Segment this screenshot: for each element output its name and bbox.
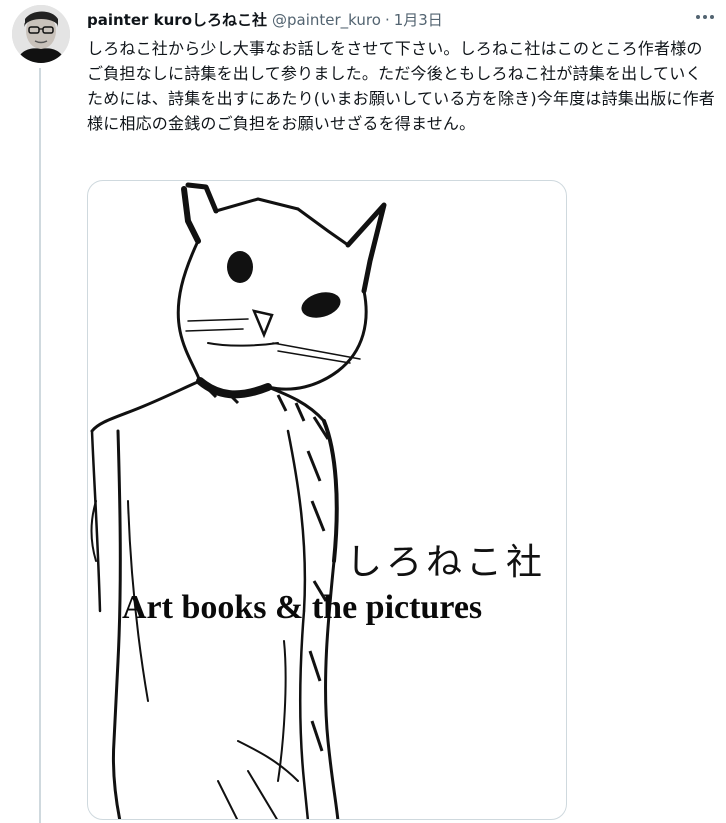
- avatar[interactable]: [12, 5, 70, 63]
- tweet-media-image[interactable]: しろねこ社 Art books & the pictures: [87, 180, 567, 820]
- more-horizontal-icon: [696, 15, 714, 19]
- publisher-tagline: Art books & the pictures: [122, 589, 483, 626]
- header-separator: ·: [384, 11, 390, 29]
- avatar-photo-icon: [12, 5, 70, 63]
- tweet-date[interactable]: 1月3日: [394, 10, 443, 30]
- publisher-name: しろねこ社: [346, 542, 547, 583]
- display-name[interactable]: painter kuroしろねこ社: [87, 10, 267, 30]
- cat-illustration: [90, 182, 387, 819]
- user-handle[interactable]: @painter_kuro: [272, 10, 381, 30]
- tweet-text: しろねこ社から少し大事なお話しをさせて下さい。しろねこ社はこのところ作者様のご負…: [87, 39, 716, 133]
- thread-connector-line: [39, 68, 41, 823]
- more-options-button[interactable]: [690, 6, 720, 28]
- tweet-header: painter kuroしろねこ社 @painter_kuro · 1月3日: [87, 9, 686, 31]
